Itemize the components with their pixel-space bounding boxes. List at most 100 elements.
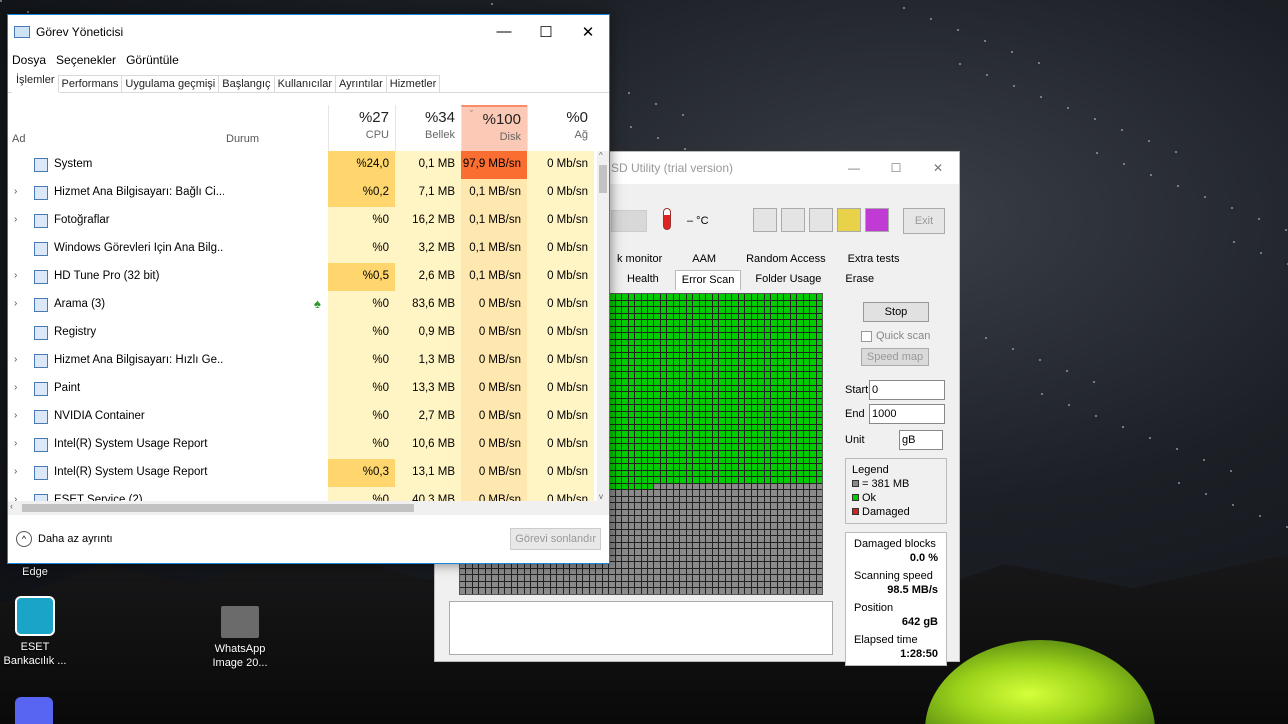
column-disk[interactable]: ˇ %100 Disk xyxy=(461,105,527,151)
process-row[interactable]: › ESET Service (2) %0 40,3 MB 0 MB/sn 0 Mb/sn xyxy=(8,487,597,501)
process-row[interactable]: Windows Görevleri İçin Ana Bilg... %0 3,2 … xyxy=(8,235,597,263)
tab-users[interactable]: Kullanıcılar xyxy=(273,75,336,92)
menu-options[interactable]: Seçenekler xyxy=(56,53,116,67)
exit-button[interactable]: Exit xyxy=(903,208,945,234)
scan-block xyxy=(686,496,693,503)
expand-chevron-icon[interactable]: › xyxy=(14,494,17,501)
minimize-icon[interactable]: — xyxy=(483,23,525,41)
options-icon[interactable] xyxy=(837,208,861,232)
process-row[interactable]: › Hizmet Ana Bilgisayarı: Bağlı Ci... %0,2… xyxy=(8,179,597,207)
process-row[interactable]: › Hizmet Ana Bilgisayarı: Hızlı Ge... %0 1,… xyxy=(8,347,597,375)
maximize-icon[interactable]: ☐ xyxy=(525,23,567,41)
tab-random-access[interactable]: Random Access xyxy=(740,250,831,270)
process-row[interactable]: System %24,0 0,1 MB 97,9 MB/sn 0 Mb/sn xyxy=(8,151,597,179)
scan-block xyxy=(693,378,699,385)
scan-block xyxy=(615,470,622,477)
tab-erase[interactable]: Erase xyxy=(839,270,880,290)
scan-block xyxy=(706,496,712,503)
tab-performance[interactable]: Performans xyxy=(57,75,123,92)
scan-block xyxy=(641,483,647,490)
scroll-thumb[interactable] xyxy=(22,504,414,512)
column-status[interactable]: Durum xyxy=(226,133,259,145)
tab-health[interactable]: Health xyxy=(621,270,665,290)
tab-app-history[interactable]: Uygulama geçmişi xyxy=(121,75,220,92)
unit-select[interactable]: gB xyxy=(899,430,943,450)
desktop-icon-whatsapp-image[interactable]: WhatsApp Image 20... xyxy=(205,606,275,670)
speed-map-button[interactable]: Speed map xyxy=(861,348,929,366)
tab-folder-usage[interactable]: Folder Usage xyxy=(749,270,827,290)
expand-chevron-icon[interactable]: › xyxy=(14,270,17,281)
desktop-icon-discord[interactable] xyxy=(14,697,54,724)
expand-chevron-icon[interactable]: › xyxy=(14,466,17,477)
end-input[interactable]: 1000 xyxy=(869,404,945,424)
scan-block xyxy=(628,385,635,392)
menu-file[interactable]: Dosya xyxy=(12,53,46,67)
expand-chevron-icon[interactable]: › xyxy=(14,382,17,393)
column-cpu[interactable]: %27 CPU xyxy=(328,105,395,151)
tab-extra-tests[interactable]: Extra tests xyxy=(842,250,906,270)
scan-block xyxy=(660,588,667,594)
menu-view[interactable]: Görüntüle xyxy=(126,53,179,67)
scan-block xyxy=(693,392,699,398)
save-icon[interactable] xyxy=(865,208,889,232)
expand-chevron-icon[interactable]: › xyxy=(14,298,17,309)
scan-block xyxy=(712,568,719,575)
desktop-icon-edge[interactable]: Edge xyxy=(0,565,70,579)
maximize-icon[interactable]: ☐ xyxy=(875,161,917,175)
process-row[interactable]: › Intel(R) System Usage Report %0,3 13,1 MB… xyxy=(8,459,597,487)
scan-block xyxy=(719,385,725,392)
process-row[interactable]: › NVIDIA Container %0 2,7 MB 0 MB/sn 0 Mb/sn xyxy=(8,403,597,431)
process-row[interactable]: › Arama (3) ♠ %0 83,6 MB 0 MB/sn 0 Mb/sn xyxy=(8,291,597,319)
desktop-icon-eset[interactable]: ESET Bankacılık ... xyxy=(0,596,70,668)
scan-block xyxy=(725,477,732,483)
column-memory[interactable]: %34 Bellek xyxy=(395,105,461,151)
screenshot-icon[interactable] xyxy=(809,208,833,232)
process-row[interactable]: › Fotoğraflar %0 16,2 MB 0,1 MB/sn 0 Mb/sn xyxy=(8,207,597,235)
scan-block xyxy=(511,575,518,581)
scan-block xyxy=(771,444,777,450)
minimize-icon[interactable]: — xyxy=(833,161,875,175)
process-row[interactable]: Registry %0 0,9 MB 0 MB/sn 0 Mb/sn xyxy=(8,319,597,347)
damaged-blocks-value: 0.0 % xyxy=(909,552,938,564)
fewer-details-button[interactable]: ^ Daha az ayrıntı xyxy=(16,531,113,547)
scroll-thumb[interactable] xyxy=(599,165,607,193)
process-row[interactable]: › Paint %0 13,3 MB 0 MB/sn 0 Mb/sn xyxy=(8,375,597,403)
tab-aam[interactable]: AAM xyxy=(686,250,722,270)
expand-chevron-icon[interactable]: › xyxy=(14,410,17,421)
scroll-down-icon[interactable]: v xyxy=(599,492,603,501)
process-row[interactable]: › Intel(R) System Usage Report %0 10,6 MB 0 … xyxy=(8,431,597,459)
stop-button[interactable]: Stop xyxy=(863,302,929,322)
copy-screen-icon[interactable] xyxy=(781,208,805,232)
close-icon[interactable]: ✕ xyxy=(567,23,609,41)
expand-chevron-icon[interactable]: › xyxy=(14,438,17,449)
end-task-button[interactable]: Görevi sonlandır xyxy=(510,528,601,550)
expand-chevron-icon[interactable]: › xyxy=(14,354,17,365)
expand-chevron-icon[interactable]: › xyxy=(14,186,17,197)
scan-block xyxy=(797,464,803,470)
scan-block xyxy=(732,437,738,444)
scan-block xyxy=(628,529,635,536)
scan-block xyxy=(635,326,641,333)
tab-details[interactable]: Ayrıntılar xyxy=(334,75,387,92)
column-name[interactable]: Ad xyxy=(12,133,25,145)
start-input[interactable]: 0 xyxy=(869,380,945,400)
scan-block xyxy=(635,496,641,503)
horizontal-scrollbar[interactable]: ‹ xyxy=(8,501,609,515)
tab-services[interactable]: Hizmetler xyxy=(385,75,441,92)
copy-info-icon[interactable] xyxy=(753,208,777,232)
scroll-up-icon[interactable]: ^ xyxy=(599,151,603,160)
tab-processes[interactable]: İşlemler xyxy=(12,71,59,93)
column-network[interactable]: %0 Ağ xyxy=(527,105,594,151)
process-row[interactable]: › HD Tune Pro (32 bit) %0,5 2,6 MB 0,1 MB/sn… xyxy=(8,263,597,291)
expand-chevron-icon[interactable]: › xyxy=(14,214,17,225)
quick-scan-checkbox[interactable]: Quick scan xyxy=(861,330,947,342)
tab-startup[interactable]: Başlangıç xyxy=(218,75,275,92)
vertical-scrollbar[interactable]: ^ v xyxy=(597,151,609,501)
close-icon[interactable]: ✕ xyxy=(917,161,959,175)
scan-block xyxy=(784,568,790,575)
tab-disk-monitor[interactable]: k monitor xyxy=(611,250,668,270)
scroll-left-icon[interactable]: ‹ xyxy=(10,501,13,511)
scan-block xyxy=(797,536,803,542)
drive-select[interactable] xyxy=(611,210,647,232)
tab-error-scan[interactable]: Error Scan xyxy=(674,270,742,290)
